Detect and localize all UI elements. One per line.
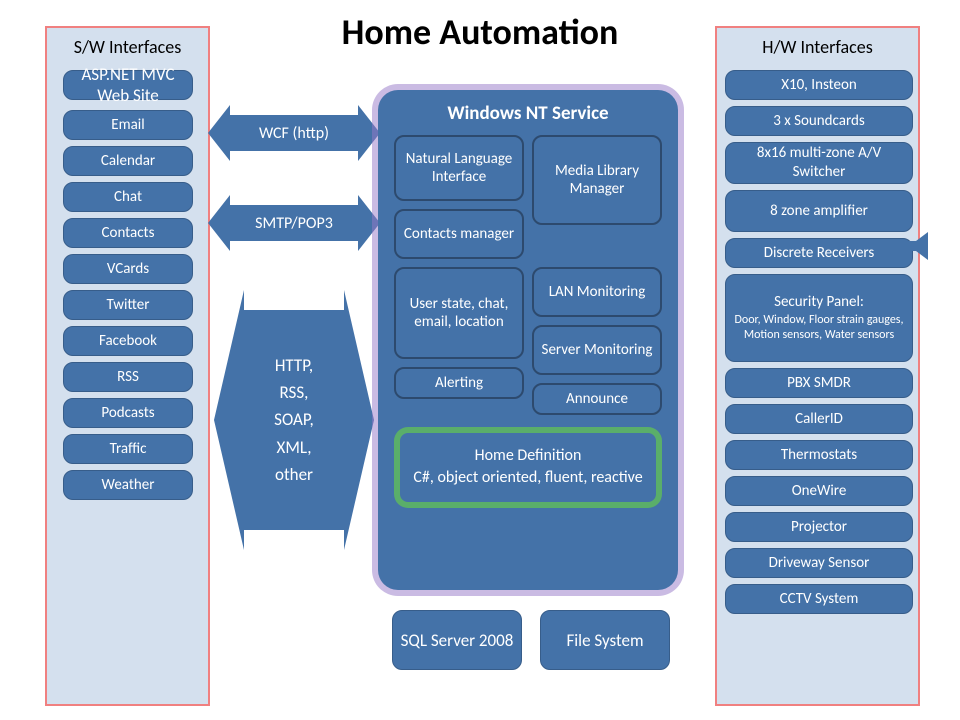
speaker-icon <box>908 232 932 260</box>
sw-item: Podcasts <box>63 398 193 428</box>
svc-lan: LAN Monitoring <box>532 267 662 317</box>
svc-contacts: Contacts manager <box>394 209 524 259</box>
sw-item: Twitter <box>63 290 193 320</box>
sw-item: RSS <box>63 362 193 392</box>
sw-item: Calendar <box>63 146 193 176</box>
svc-nli: Natural Language Interface <box>394 135 524 201</box>
arrow-smtp-label: SMTP/POP3 <box>255 214 333 233</box>
hw-panel-title: H/W Interfaces <box>725 36 910 58</box>
arrow-wcf: WCF (http) <box>215 115 373 151</box>
sw-item: Chat <box>63 182 193 212</box>
windows-nt-service-panel: Windows NT Service Natural Language Inte… <box>378 90 678 590</box>
sw-interfaces-panel: S/W Interfaces ASP.NET MVC Web Site Emai… <box>45 26 210 706</box>
arrow-wcf-label: WCF (http) <box>259 124 329 143</box>
hw-item: 8 zone amplifier <box>725 190 913 232</box>
arrow-protocols: HTTP, RSS, SOAP, XML, other <box>215 280 373 560</box>
asp-net-box: ASP.NET MVC Web Site <box>63 70 193 100</box>
hw-item: Thermostats <box>725 440 913 470</box>
sw-item: Email <box>63 110 193 140</box>
hw-item: Driveway Sensor <box>725 548 913 578</box>
svc-server: Server Monitoring <box>532 325 662 375</box>
arrow-smtp: SMTP/POP3 <box>215 205 373 241</box>
hw-item: CallerID <box>725 404 913 434</box>
svc-media: Media Library Manager <box>532 135 662 225</box>
hw-item: OneWire <box>725 476 913 506</box>
svc-alerting: Alerting <box>394 367 524 399</box>
svc-user-state: User state, chat, email, location <box>394 267 524 359</box>
hw-item: X10, Insteon <box>725 70 913 100</box>
sw-item: Facebook <box>63 326 193 356</box>
sw-item: VCards <box>63 254 193 284</box>
file-system-box: File System <box>540 610 670 670</box>
hw-item: Projector <box>725 512 913 542</box>
hw-item: 3 x Soundcards <box>725 106 913 136</box>
hw-interfaces-panel: H/W Interfaces X10, Insteon 3 x Soundcard… <box>715 26 920 706</box>
hw-item: Security Panel:Door, Window, Floor strai… <box>725 274 913 362</box>
svc-announce: Announce <box>532 383 662 415</box>
svc-home-definition: Home Definition C#, object oriented, flu… <box>394 427 662 508</box>
hw-item: 8x16 multi-zone A/V Switcher <box>725 142 913 184</box>
sw-item: Traffic <box>63 434 193 464</box>
sw-item: Weather <box>63 470 193 500</box>
sw-panel-title: S/W Interfaces <box>55 36 200 58</box>
svc-title: Windows NT Service <box>390 102 666 125</box>
hw-item: PBX SMDR <box>725 368 913 398</box>
hw-item: CCTV System <box>725 584 913 614</box>
hw-item: Discrete Receivers <box>725 238 913 268</box>
sql-server-box: SQL Server 2008 <box>392 610 522 670</box>
sw-item: Contacts <box>63 218 193 248</box>
arrow-protocols-label: HTTP, RSS, SOAP, XML, other <box>274 352 314 488</box>
